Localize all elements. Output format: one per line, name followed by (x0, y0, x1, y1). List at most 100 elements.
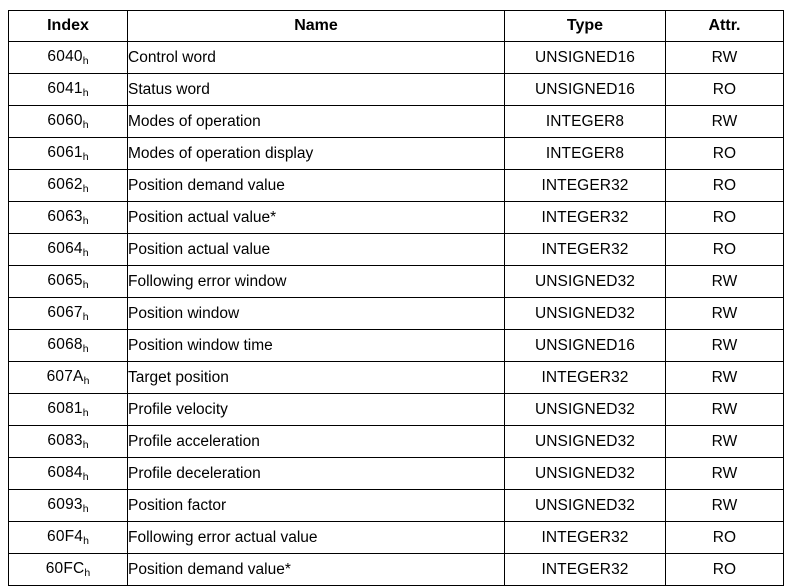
cell-name: Target position (127, 361, 505, 394)
cell-index: 6083h (8, 425, 128, 458)
cell-attr: RO (665, 233, 784, 266)
cell-index: 6041h (8, 73, 128, 106)
cell-name: Modes of operation (127, 105, 505, 138)
index-value: 6068 (47, 336, 83, 353)
index-value: 6061 (47, 144, 83, 161)
index-value: 607A (46, 368, 84, 385)
cell-name: Following error window (127, 265, 505, 298)
cell-type: INTEGER8 (504, 105, 666, 138)
cell-type: UNSIGNED16 (504, 329, 666, 362)
cell-index: 6062h (8, 169, 128, 202)
cell-index: 6084h (8, 457, 128, 490)
cell-attr: RW (665, 329, 784, 362)
cell-type: INTEGER32 (504, 361, 666, 394)
cell-index: 6068h (8, 329, 128, 362)
cell-index: 607Ah (8, 361, 128, 394)
index-value: 6041 (47, 80, 83, 97)
cell-name: Control word (127, 41, 505, 74)
hex-subscript: h (82, 55, 89, 67)
object-dictionary-table-container: Index Name Type Attr. 6040h Control word U… (8, 10, 784, 586)
column-header-attr: Attr. (665, 10, 784, 42)
index-value: 6062 (47, 176, 83, 193)
cell-attr: RO (665, 73, 784, 106)
index-value: 6093 (47, 496, 83, 513)
cell-attr: RO (665, 137, 784, 170)
cell-index: 6093h (8, 489, 128, 522)
cell-type: UNSIGNED32 (504, 393, 666, 426)
cell-attr: RW (665, 457, 784, 490)
hex-subscript: h (83, 535, 89, 547)
index-value: 6040 (47, 48, 83, 65)
cell-type: INTEGER32 (504, 521, 666, 554)
cell-name: Position factor (127, 489, 505, 522)
table-row: 6062h Position demand value INTEGER32 RO (8, 169, 784, 202)
cell-attr: RO (665, 201, 784, 234)
table-row: 6084h Profile deceleration UNSIGNED32 RW (8, 457, 784, 490)
table-header-row: Index Name Type Attr. (8, 10, 784, 42)
cell-attr: RW (665, 489, 784, 522)
table-row: 6061h Modes of operation display INTEGER8 R… (8, 137, 784, 170)
column-header-type: Type (504, 10, 666, 42)
table-row: 60FCh Position demand value* INTEGER32 RO (8, 553, 784, 586)
hex-subscript: h (82, 151, 89, 163)
hex-subscript: h (82, 119, 89, 131)
cell-name: Position demand value (127, 169, 505, 202)
column-header-name: Name (127, 10, 505, 42)
table-row: 6063h Position actual value* INTEGER32 RO (8, 201, 784, 234)
table-row: 6064h Position actual value INTEGER32 RO (8, 233, 784, 266)
index-value: 60FC (45, 560, 85, 577)
cell-name: Status word (127, 73, 505, 106)
hex-subscript: h (82, 215, 89, 227)
index-value: 6081 (47, 400, 83, 417)
index-value: 6060 (47, 112, 83, 129)
table-row: 6067h Position window UNSIGNED32 RW (8, 297, 784, 330)
table-row: 6081h Profile velocity UNSIGNED32 RW (8, 393, 784, 426)
index-value: 6084 (47, 464, 83, 481)
table-row: 6083h Profile acceleration UNSIGNED32 RW (8, 425, 784, 458)
hex-subscript: h (82, 87, 89, 99)
cell-name: Position actual value (127, 233, 505, 266)
hex-subscript: h (82, 343, 89, 355)
cell-name: Modes of operation display (127, 137, 505, 170)
cell-index: 6040h (8, 41, 128, 74)
index-value: 6067 (47, 304, 83, 321)
cell-index: 60FCh (8, 553, 128, 586)
table-row: 60F4h Following error actual value INTEGER… (8, 521, 784, 554)
cell-attr: RW (665, 265, 784, 298)
cell-index: 6060h (8, 105, 128, 138)
hex-subscript: h (82, 247, 89, 259)
cell-type: INTEGER32 (504, 553, 666, 586)
cell-type: INTEGER32 (504, 169, 666, 202)
cell-type: UNSIGNED16 (504, 73, 666, 106)
table-row: 6065h Following error window UNSIGNED32 RW (8, 265, 784, 298)
table-row: 6068h Position window time UNSIGNED16 RW (8, 329, 784, 362)
cell-attr: RW (665, 297, 784, 330)
table-row: 6060h Modes of operation INTEGER8 RW (8, 105, 784, 138)
object-dictionary-table: Index Name Type Attr. 6040h Control word U… (8, 10, 784, 586)
cell-type: UNSIGNED32 (504, 425, 666, 458)
cell-index: 60F4h (8, 521, 128, 554)
hex-subscript: h (82, 407, 89, 419)
cell-index: 6061h (8, 137, 128, 170)
cell-name: Position actual value* (127, 201, 505, 234)
cell-name: Profile velocity (127, 393, 505, 426)
cell-type: UNSIGNED32 (504, 457, 666, 490)
hex-subscript: h (82, 183, 89, 195)
cell-index: 6063h (8, 201, 128, 234)
cell-attr: RW (665, 105, 784, 138)
cell-type: INTEGER8 (504, 137, 666, 170)
hex-subscript: h (82, 279, 89, 291)
cell-type: INTEGER32 (504, 201, 666, 234)
hex-subscript: h (82, 439, 89, 451)
cell-index: 6065h (8, 265, 128, 298)
cell-type: UNSIGNED32 (504, 297, 666, 330)
hex-subscript: h (82, 311, 89, 323)
cell-name: Profile deceleration (127, 457, 505, 490)
cell-name: Following error actual value (127, 521, 505, 554)
hex-subscript: h (82, 503, 89, 515)
index-value: 6065 (47, 272, 83, 289)
index-value: 60F4 (47, 528, 84, 545)
cell-index: 6064h (8, 233, 128, 266)
cell-index: 6067h (8, 297, 128, 330)
table-row: 6093h Position factor UNSIGNED32 RW (8, 489, 784, 522)
